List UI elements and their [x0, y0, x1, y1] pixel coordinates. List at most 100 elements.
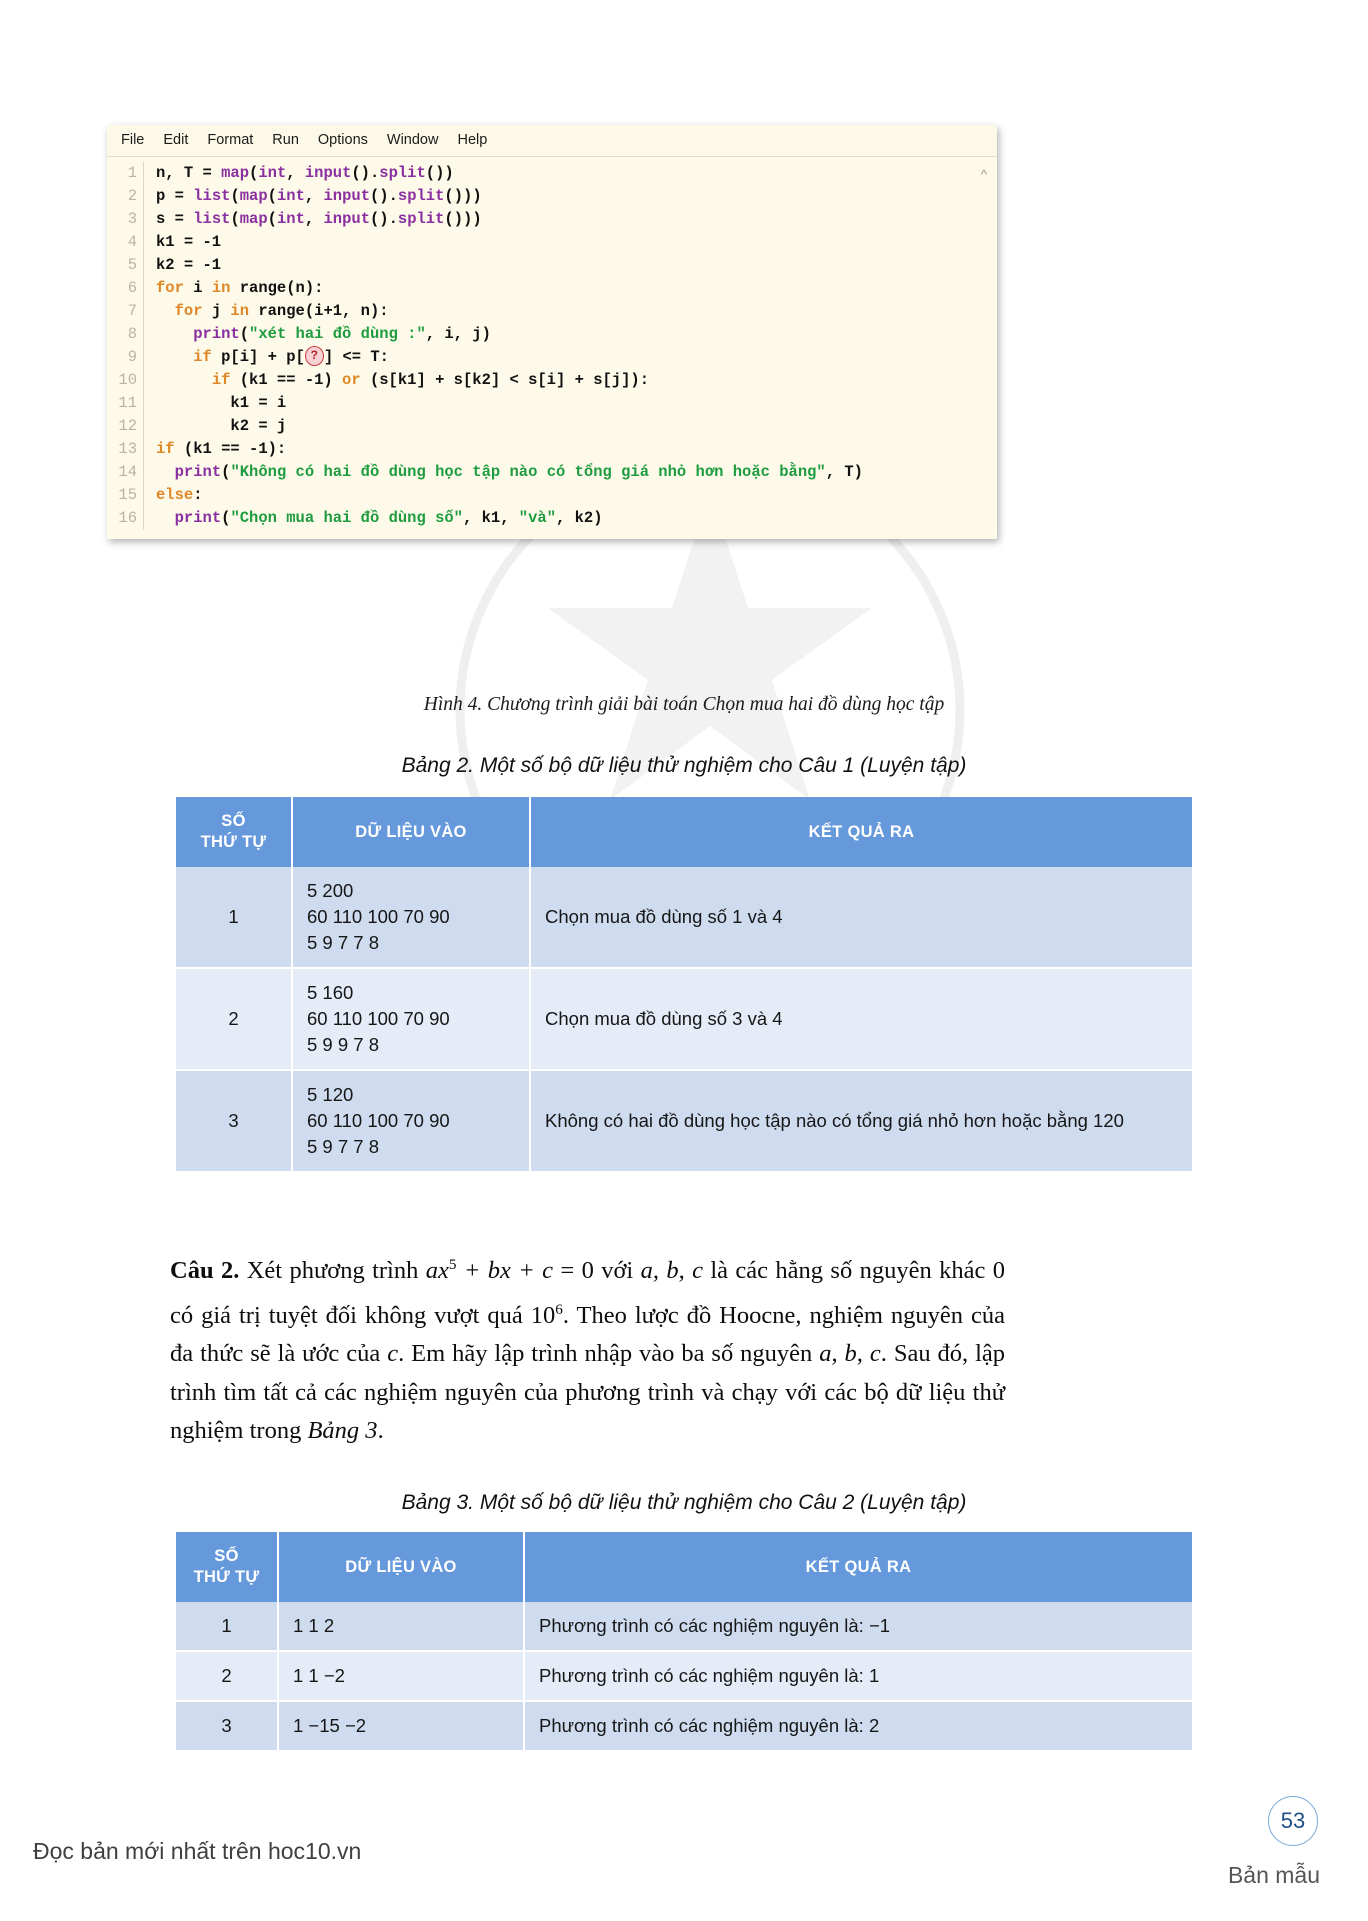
code-plain: , k1, [462, 509, 519, 527]
code-plain [156, 348, 193, 366]
line-number: 7 [127, 302, 137, 320]
code-keyword: or [342, 371, 361, 389]
menu-item-file[interactable]: File [121, 132, 144, 148]
code-text[interactable]: n, T = map(int, input().split()) p = list… [144, 162, 997, 530]
code-plain: ( [239, 325, 250, 343]
cell-input: 5 160 60 110 100 70 90 5 9 9 7 8 [292, 968, 531, 1071]
code-plain: , k2) [556, 509, 603, 527]
sample-watermark-text: Bản mẫu [1227, 1862, 1320, 1888]
code-keyword: in [230, 302, 250, 320]
code-plain: ] <= T: [323, 348, 389, 366]
code-plain: p[i] + p[ [211, 348, 305, 366]
code-builtin: print [174, 463, 222, 481]
code-plain: range(i+1, n): [249, 302, 389, 320]
code-plain: k1 = i [156, 394, 287, 412]
code-builtin: map [239, 187, 268, 205]
idle-code-area[interactable]: 1 2 3 4 5 6 7 8 9 10 11 12 13 14 15 16 n… [107, 157, 997, 539]
code-plain: ( [267, 210, 277, 228]
line-number: 16 [118, 509, 137, 527]
code-builtin: input [323, 187, 370, 205]
code-plain: (). [370, 187, 398, 205]
code-plain: (s[k1] + s[k2] < s[i] + s[j]): [360, 371, 650, 389]
cell-stt: 2 [176, 1651, 279, 1702]
menu-item-format[interactable]: Format [207, 132, 253, 148]
cell-stt: 1 [176, 1602, 279, 1652]
cell-input: 5 200 60 110 100 70 90 5 9 7 7 8 [292, 867, 531, 969]
code-plain: : [193, 486, 203, 504]
q2-eq-mid: + bx + c [456, 1257, 554, 1285]
code-plain: k2 = j [156, 417, 287, 435]
menu-item-run[interactable]: Run [272, 132, 299, 148]
line-number: 5 [127, 256, 137, 274]
code-builtin: split [397, 210, 445, 228]
line-number: 12 [118, 417, 137, 435]
code-line-11: k1 = i [156, 392, 997, 415]
code-plain: , [304, 210, 324, 228]
code-string: "và" [518, 509, 557, 527]
code-builtin: split [379, 164, 426, 182]
code-keyword: if [193, 348, 212, 366]
code-line-10: if (k1 == -1) or (s[k1] + s[k2] < s[i] +… [156, 369, 997, 392]
code-keyword: for [174, 302, 203, 320]
code-plain: ( [267, 187, 277, 205]
page-number-badge: 53 [1268, 1796, 1318, 1846]
code-keyword: else [156, 486, 194, 504]
figure-caption: Hình 4. Chương trình giải bài toán Chọn … [423, 694, 945, 715]
code-builtin: int [276, 187, 305, 205]
cell-input: 1 −15 −2 [278, 1701, 525, 1752]
blank-placeholder-icon[interactable]: ? [304, 345, 324, 366]
code-line-9: if p[i] + p[?] <= T: [156, 345, 997, 369]
code-plain [156, 463, 175, 481]
code-keyword: if [156, 440, 175, 458]
menu-item-window[interactable]: Window [387, 132, 439, 148]
code-line-7: for j in range(i+1, n): [156, 300, 997, 323]
code-line-14: print("Không có hai đồ dùng học tập nào … [156, 461, 997, 484]
code-plain: , [286, 164, 305, 182]
code-line-15: else: [156, 484, 997, 507]
code-plain [156, 509, 175, 527]
code-plain: ())) [444, 210, 482, 228]
line-number: 10 [118, 371, 137, 389]
code-plain: ())) [444, 187, 482, 205]
code-plain [156, 302, 175, 320]
code-plain [156, 325, 193, 343]
code-plain [156, 371, 212, 389]
cell-output: Phương trình có các nghiệm nguyên là: 1 [524, 1651, 1192, 1702]
code-plain: , [304, 187, 324, 205]
table-row: 2 5 160 60 110 100 70 90 5 9 9 7 8 Chọn … [176, 968, 1192, 1071]
code-plain: i [183, 279, 212, 297]
scroll-up-icon[interactable]: ^ [981, 167, 987, 182]
menu-item-help[interactable]: Help [457, 132, 487, 148]
code-builtin: print [193, 325, 240, 343]
line-number: 14 [118, 463, 137, 481]
table-row: 3 1 −15 −2 Phương trình có các nghiệm ng… [176, 1701, 1192, 1752]
table2-caption: Bảng 2. Một số bộ dữ liệu thử nghiệm cho… [401, 754, 967, 777]
code-plain: ( [249, 164, 259, 182]
line-number: 8 [127, 325, 137, 343]
cell-input: 5 120 60 110 100 70 90 5 9 7 7 8 [292, 1070, 531, 1173]
q2-vars-2: a, b, c [819, 1340, 881, 1368]
code-line-6: for i in range(n): [156, 277, 997, 300]
code-string: "Không có hai đồ dùng học tập nào có tổn… [230, 463, 826, 481]
code-line-5: k2 = -1 [156, 254, 997, 277]
idle-menubar[interactable]: File Edit Format Run Options Window Help [107, 125, 997, 157]
q2-text-6: . [377, 1417, 384, 1445]
code-plain: (k1 == -1) [230, 371, 343, 389]
column-header-stt: SỐ THỨ TỰ [176, 1532, 279, 1602]
line-number: 13 [118, 440, 137, 458]
code-line-12: k2 = j [156, 415, 997, 438]
table-row: 1 1 1 2 Phương trình có các nghiệm nguyê… [176, 1602, 1192, 1652]
menu-item-options[interactable]: Options [318, 132, 368, 148]
column-header-output: KẾT QUẢ RA [530, 797, 1192, 867]
menu-item-edit[interactable]: Edit [163, 132, 188, 148]
q2-table-ref: Bảng 3 [307, 1417, 378, 1445]
code-plain: , T) [825, 463, 863, 481]
line-number: 15 [118, 486, 137, 504]
line-number-gutter: 1 2 3 4 5 6 7 8 9 10 11 12 13 14 15 16 [107, 162, 144, 530]
code-line-2: p = list(map(int, input().split())) [156, 185, 997, 208]
table-header-row: SỐ THỨ TỰ DỮ LIỆU VÀO KẾT QUẢ RA [176, 797, 1192, 867]
q2-text-1: Xét phương trình [239, 1257, 426, 1285]
q2-eq-a: ax [425, 1257, 449, 1285]
code-line-13: if (k1 == -1): [156, 438, 997, 461]
line-number: 9 [127, 348, 137, 366]
